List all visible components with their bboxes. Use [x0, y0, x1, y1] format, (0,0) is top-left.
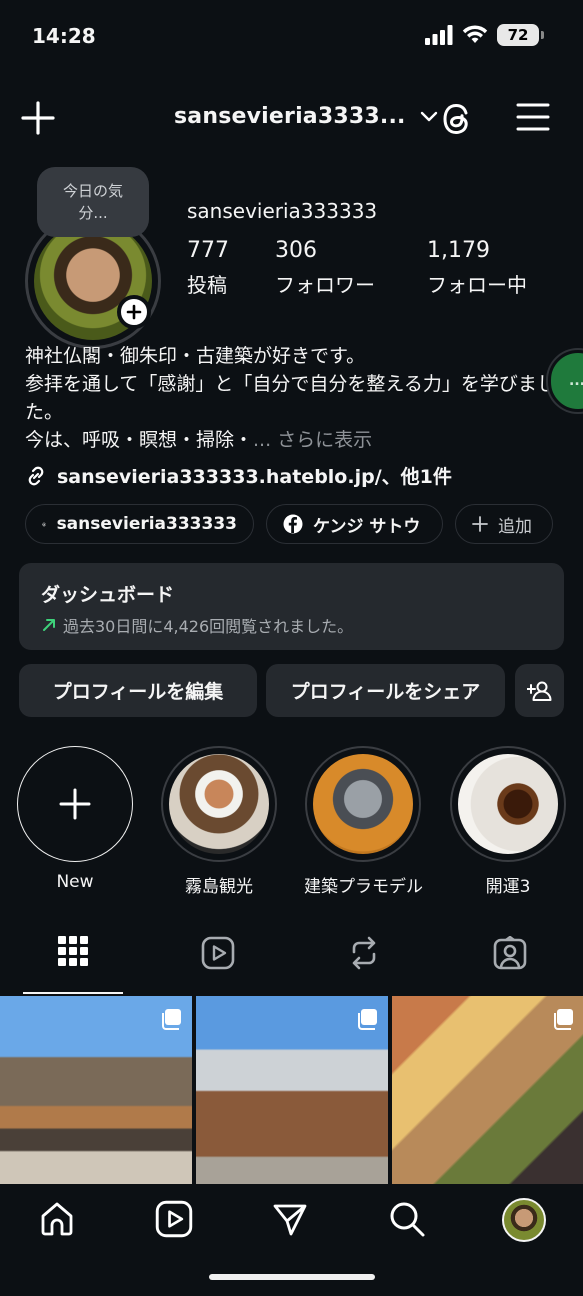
- reels-icon: [201, 936, 235, 970]
- threads-icon: [443, 103, 468, 135]
- highlight-new[interactable]: New: [16, 746, 134, 892]
- grid-post[interactable]: [392, 996, 583, 1184]
- bio-line: 今は、呼吸・瞑想・掃除・: [25, 429, 254, 451]
- dashboard-title: ダッシュボード: [41, 584, 175, 606]
- carousel-icon: [162, 1009, 181, 1030]
- status-icons: 72: [425, 24, 544, 46]
- show-more-link[interactable]: ... さらに表示: [253, 429, 372, 451]
- highlight-ring: [161, 746, 277, 862]
- stat-value: 1,179: [427, 238, 490, 263]
- nav-search[interactable]: [388, 1200, 426, 1238]
- search-icon: [390, 1202, 425, 1237]
- battery-indicator: 72: [497, 24, 544, 46]
- discover-people-button[interactable]: [515, 664, 564, 717]
- tagged-user-icon: [493, 936, 527, 970]
- tab-tagged[interactable]: [460, 934, 560, 994]
- facebook-profile-pill[interactable]: ケンジ サトウ: [266, 504, 443, 544]
- tab-reposts[interactable]: [314, 934, 414, 994]
- stat-label: フォロー中: [427, 273, 527, 297]
- repost-icon: [352, 936, 376, 970]
- highlight-new-circle: [17, 746, 133, 862]
- highlight-cover: [458, 754, 558, 854]
- highlight-label: 霧島観光: [185, 877, 253, 897]
- reels-icon: [155, 1200, 193, 1238]
- dashboard-subtitle: 過去30日間に4,426回閲覧されました。: [63, 617, 354, 636]
- highlight-item[interactable]: 霧島観光: [160, 746, 278, 897]
- link-icon: [28, 466, 44, 485]
- send-icon: [273, 1204, 307, 1236]
- share-profile-button[interactable]: プロフィールをシェア: [266, 664, 505, 717]
- stat-value: 306: [275, 238, 317, 263]
- home-indicator: [209, 1274, 375, 1280]
- plus-icon: [59, 788, 91, 820]
- stat-posts[interactable]: 777 投稿: [187, 238, 229, 298]
- trend-up-icon: [43, 619, 55, 631]
- nav-home[interactable]: [38, 1200, 76, 1238]
- stat-label: 投稿: [187, 273, 227, 297]
- highlight-label: New: [56, 872, 94, 892]
- highlight-cover: [169, 754, 269, 854]
- threads-icon: [42, 522, 46, 526]
- bio-link[interactable]: sansevieria333333.hateblo.jp/、他1件: [25, 462, 452, 489]
- professional-dashboard[interactable]: ダッシュボード 過去30日間に4,426回閲覧されました。: [19, 563, 564, 650]
- highlight-item[interactable]: 開運3: [449, 746, 567, 897]
- stat-following[interactable]: 1,179 フォロー中: [427, 238, 527, 298]
- highlight-item[interactable]: 建築プラモデル: [304, 746, 423, 897]
- grid-post[interactable]: [196, 996, 388, 1184]
- stat-value: 777: [187, 238, 229, 263]
- add-user-icon: [526, 681, 551, 701]
- hamburger-icon: [516, 103, 550, 131]
- battery-level: 72: [507, 26, 529, 44]
- home-icon: [41, 1202, 73, 1236]
- facebook-icon: [283, 514, 303, 534]
- edit-profile-button[interactable]: プロフィールを編集: [19, 664, 257, 717]
- create-button[interactable]: [18, 98, 58, 138]
- add-story-button[interactable]: [117, 295, 151, 329]
- pill-label: ケンジ サトウ: [313, 516, 421, 537]
- stat-followers[interactable]: 306 フォロワー: [275, 238, 375, 298]
- highlight-label: 開運3: [485, 877, 531, 897]
- highlight-label: 建築プラモデル: [304, 877, 423, 897]
- bio-line: 参拝を通して「感謝」と「自分で自分を整える力」を学びました。: [25, 373, 556, 423]
- pill-label: sansevieria333333: [56, 514, 237, 534]
- status-time: 14:28: [32, 24, 96, 48]
- header-username: sansevieria3333...: [174, 104, 406, 129]
- note-bubble[interactable]: 今日の気分...: [37, 167, 149, 237]
- threads-profile-pill[interactable]: sansevieria333333: [25, 504, 254, 544]
- signal-icon: [425, 25, 453, 45]
- carousel-icon: [554, 1009, 573, 1030]
- add-link-pill[interactable]: 追加: [455, 504, 553, 544]
- tab-posts-grid[interactable]: [23, 934, 123, 994]
- nav-direct-messages[interactable]: [271, 1200, 309, 1238]
- plus-icon: [126, 304, 142, 320]
- plus-icon: [21, 101, 55, 135]
- threads-button[interactable]: [439, 99, 477, 139]
- plus-icon: [472, 516, 488, 532]
- bio: 神社仏閣・御朱印・古建築が好きです。 参拝を通して「感謝」と「自分で自分を整える…: [25, 342, 560, 454]
- grid-post[interactable]: [0, 996, 192, 1184]
- highlight-ring: [450, 746, 566, 862]
- wifi-icon: [462, 25, 488, 43]
- chevron-down-icon: [420, 111, 437, 121]
- tab-reels[interactable]: [168, 934, 268, 994]
- stat-label: フォロワー: [275, 273, 375, 297]
- account-switcher[interactable]: sansevieria3333...: [174, 104, 438, 129]
- menu-button[interactable]: [515, 100, 551, 134]
- nav-reels[interactable]: [155, 1200, 193, 1238]
- profile-name: sansevieria333333: [187, 199, 378, 223]
- carousel-icon: [358, 1009, 377, 1030]
- bio-link-text: sansevieria333333.hateblo.jp/、他1件: [57, 466, 452, 488]
- bio-line: 神社仏閣・御朱印・古建築が好きです。: [25, 345, 366, 367]
- grid-icon: [58, 936, 88, 966]
- highlight-cover: [313, 754, 413, 854]
- nav-profile-avatar[interactable]: [502, 1198, 546, 1242]
- pill-label: 追加: [498, 516, 532, 537]
- highlight-ring: [305, 746, 421, 862]
